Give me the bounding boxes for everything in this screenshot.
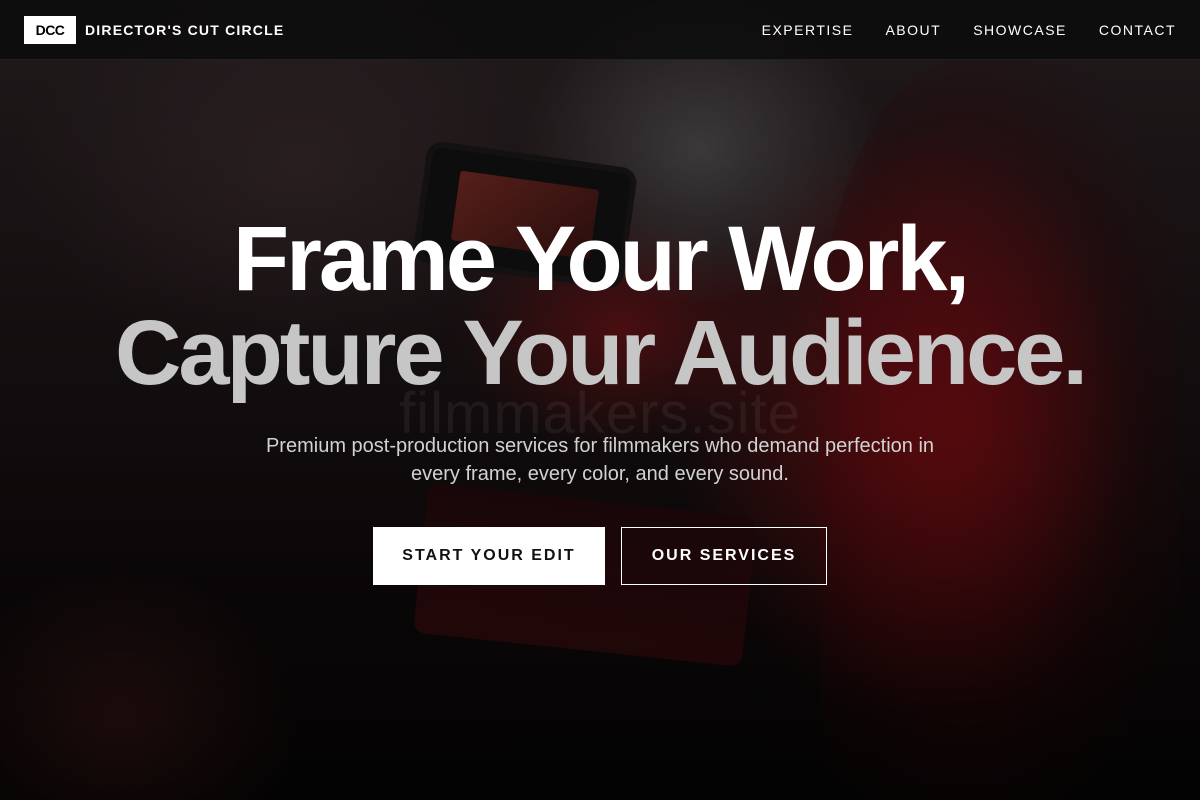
our-services-button[interactable]: OUR SERVICES — [621, 527, 827, 585]
start-your-edit-button[interactable]: START YOUR EDIT — [373, 527, 605, 585]
headline-line-1: Frame Your Work, — [232, 208, 970, 310]
brand-link[interactable]: DCC DIRECTOR'S CUT CIRCLE — [24, 15, 285, 44]
nav-link-showcase[interactable]: SHOWCASE — [973, 22, 1067, 38]
page: DCC DIRECTOR'S CUT CIRCLE EXPERTISE ABOU… — [0, 0, 1200, 800]
headline-line-2: Capture Your Audience. — [114, 302, 1088, 404]
cta-row: START YOUR EDIT OUR SERVICES — [0, 527, 1200, 585]
hero-section: filmmakers.site Frame Your Work, Capture… — [0, 0, 1200, 800]
nav-link-expertise[interactable]: EXPERTISE — [762, 22, 854, 38]
nav-links: EXPERTISE ABOUT SHOWCASE CONTACT — [762, 22, 1176, 38]
top-navigation: DCC DIRECTOR'S CUT CIRCLE EXPERTISE ABOU… — [0, 0, 1200, 60]
brand-logo: DCC — [24, 15, 76, 44]
hero-headline: Frame Your Work, Capture Your Audience. — [0, 212, 1200, 400]
nav-link-contact[interactable]: CONTACT — [1099, 22, 1176, 38]
hero-subtitle: Premium post-production services for fil… — [265, 435, 935, 485]
brand-name: DIRECTOR'S CUT CIRCLE — [85, 21, 285, 38]
nav-link-about[interactable]: ABOUT — [885, 22, 941, 38]
